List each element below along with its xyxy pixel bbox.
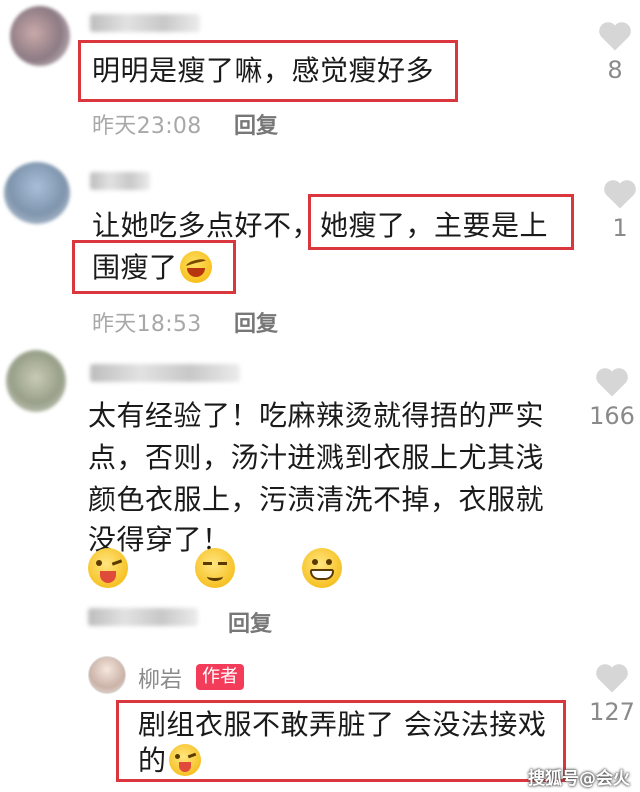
comment-text-line: 点，否则，汤汁迸溅到衣服上尤其浅 [88, 441, 545, 474]
author-badge: 作者 [196, 664, 244, 690]
laughing-emoji-icon [179, 251, 212, 283]
username-blurred[interactable] [90, 172, 150, 190]
heart-icon [604, 180, 636, 209]
heart-icon [599, 22, 631, 51]
like-count: 1 [612, 214, 628, 242]
grin-emoji-icon [302, 548, 343, 588]
like-count: 127 [589, 698, 635, 726]
comment-timestamp: 昨天18:53 [92, 312, 202, 337]
username-blurred[interactable] [90, 14, 200, 32]
like-count: 8 [607, 56, 623, 84]
user-avatar[interactable] [10, 6, 70, 66]
heart-icon [596, 368, 628, 397]
emoji-row [86, 546, 343, 590]
comment-timestamp: 昨天23:08 [92, 114, 202, 139]
comment-text: 明明是瘦了嘛，感觉瘦好多 [92, 54, 435, 87]
reply-text-line: 的 [138, 740, 201, 781]
reply-button[interactable]: 回复 [234, 108, 278, 140]
user-avatar[interactable] [4, 162, 70, 224]
comment-text-line: 围瘦了 [92, 247, 212, 288]
reply-button[interactable]: 回复 [228, 606, 272, 638]
heart-icon [596, 664, 628, 693]
smirk-emoji-icon [195, 548, 236, 588]
author-name[interactable]: 柳岩 [138, 662, 182, 694]
comment-text-line: 太有经验了！吃麻辣烫就得捂的严实 [88, 399, 545, 432]
author-avatar[interactable] [88, 656, 126, 694]
tongue-wink-emoji-icon [168, 744, 201, 776]
username-blurred[interactable] [90, 364, 240, 382]
reply-text-line: 剧组衣服不敢弄脏了 会没法接戏 [138, 708, 547, 741]
comment-text-span: 围瘦了 [92, 251, 178, 284]
tongue-wink-emoji-icon [88, 548, 128, 588]
comment-text-line: 颜色衣服上，污渍清洗不掉，衣服就 [88, 483, 545, 516]
like-count: 166 [589, 402, 635, 430]
user-avatar[interactable] [6, 350, 66, 412]
reply-button[interactable]: 回复 [234, 306, 278, 338]
watermark: 搜狐号@会火 [528, 769, 630, 789]
timestamp-blurred [88, 608, 198, 626]
reply-text-span: 的 [138, 744, 167, 777]
comment-text-line: 让她吃多点好不，她瘦了，主要是上 [92, 209, 549, 242]
